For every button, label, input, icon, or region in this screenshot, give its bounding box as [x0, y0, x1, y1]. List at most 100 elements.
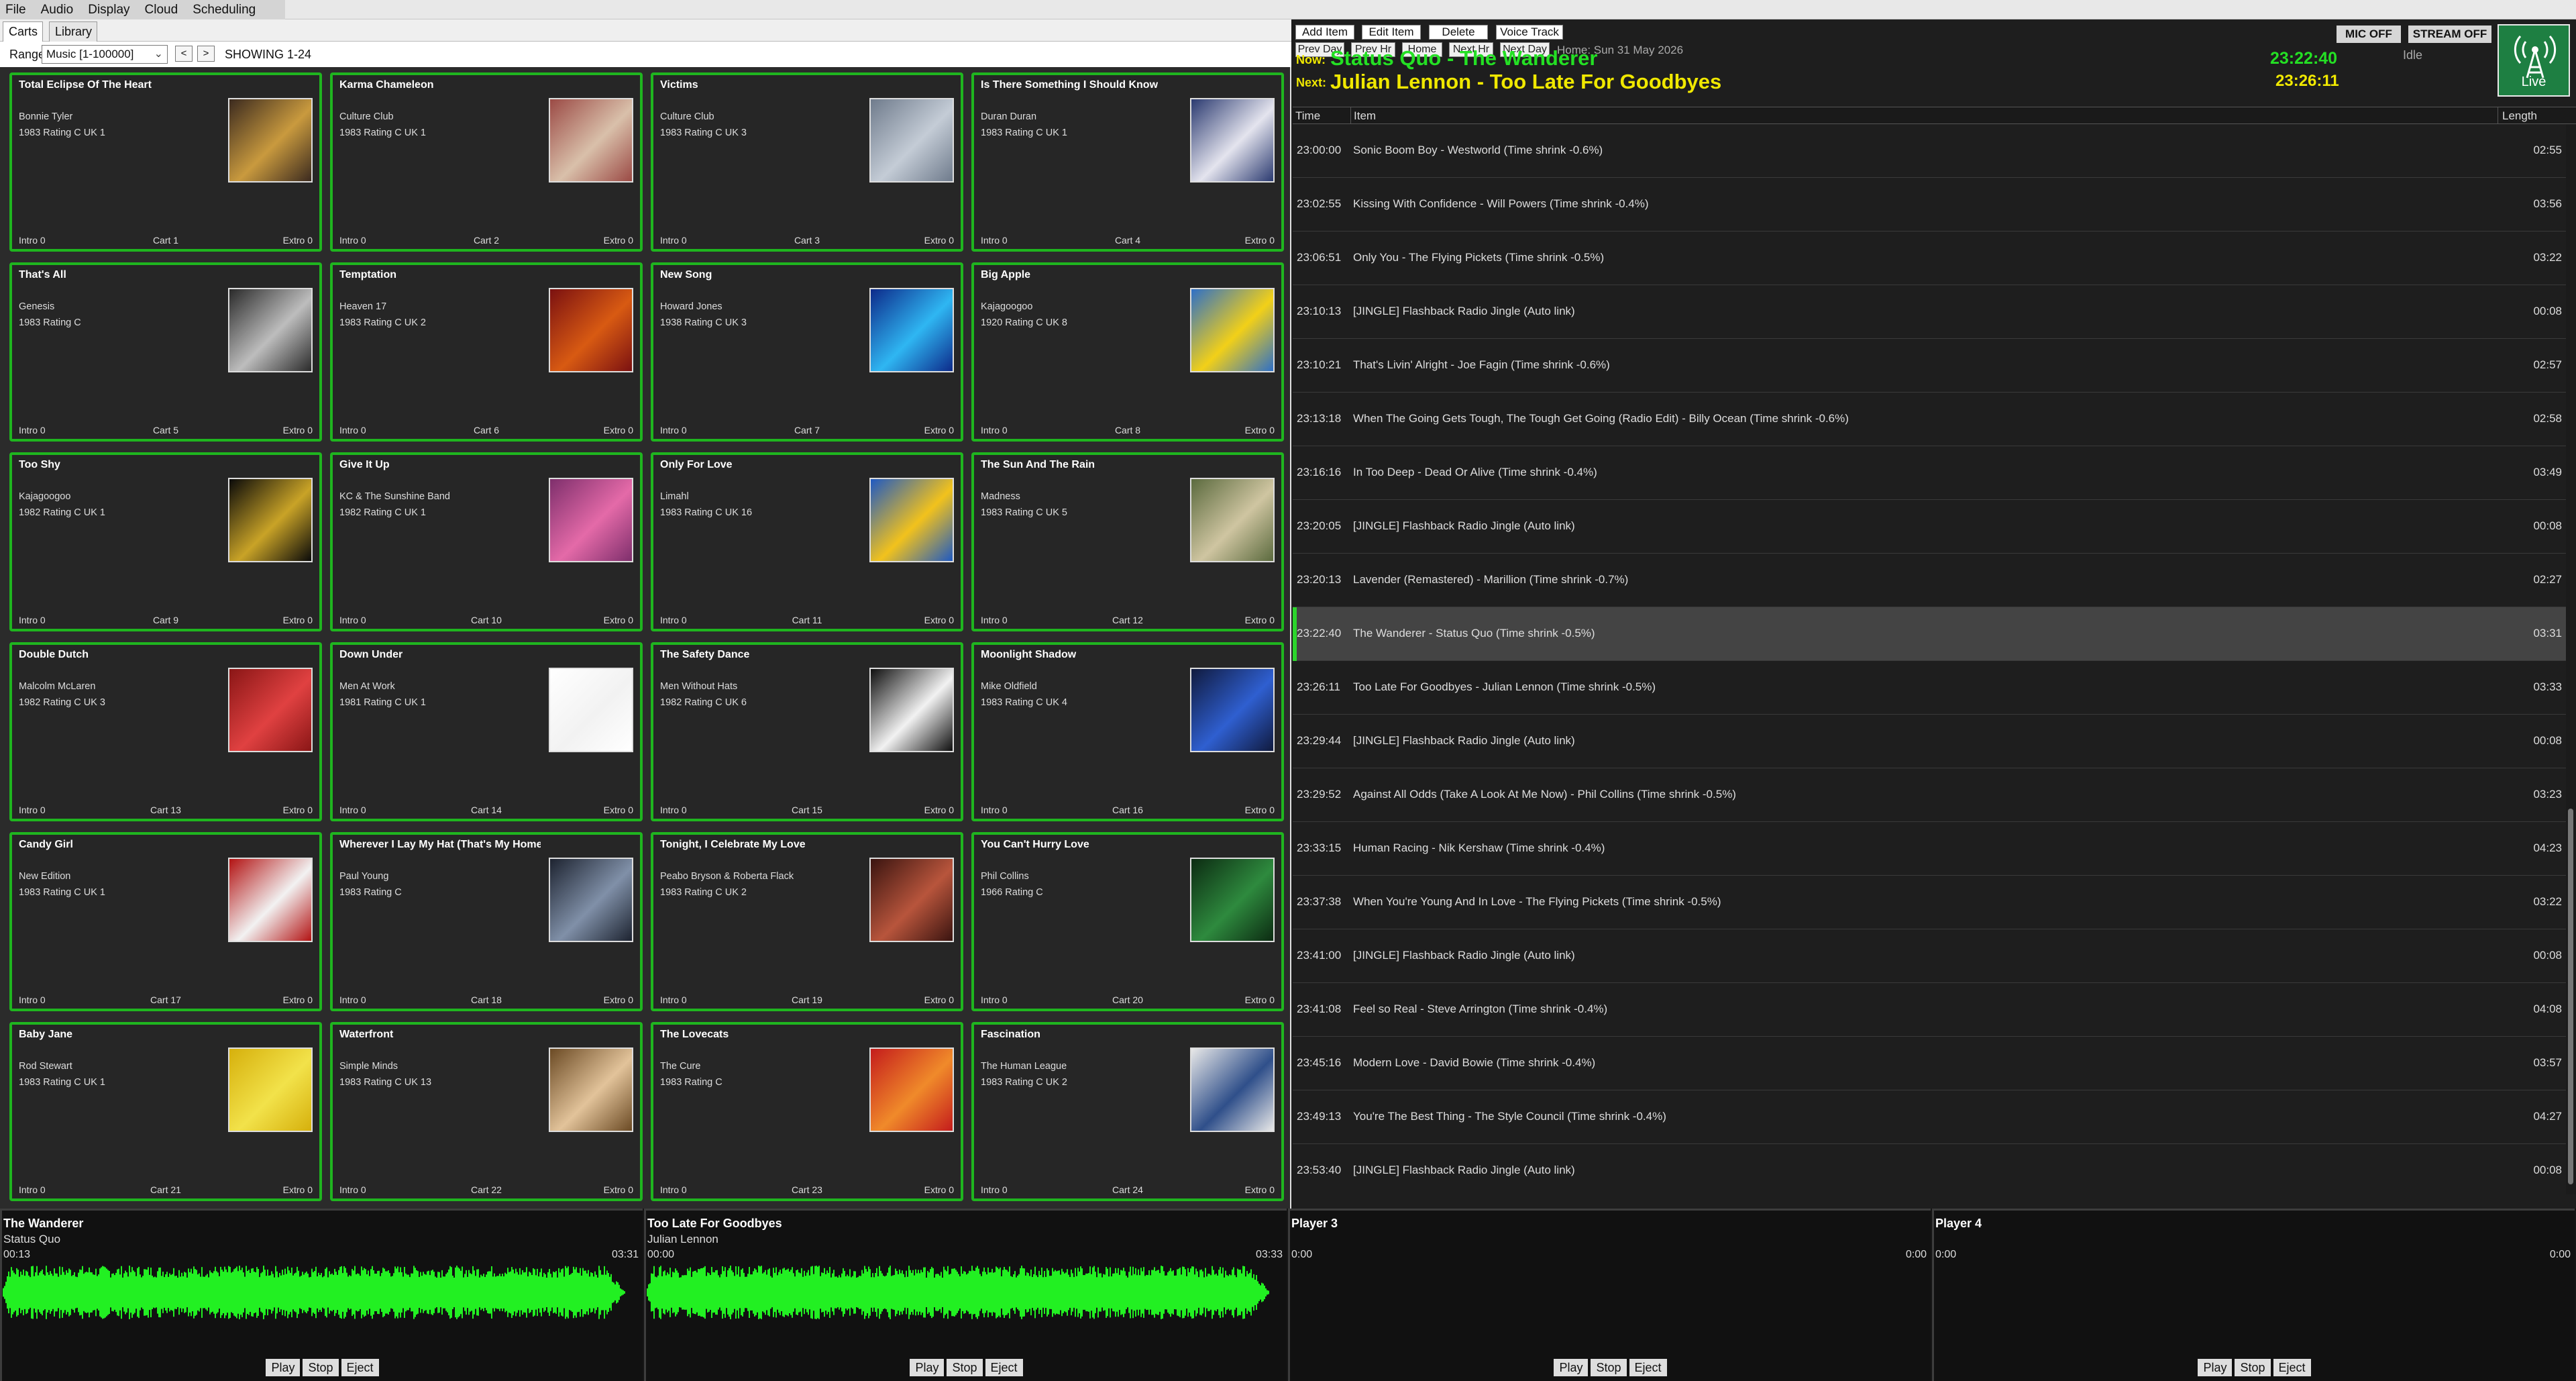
playlist-row[interactable]: 23:20:13 Lavender (Remastered) - Marilli… [1293, 554, 2566, 607]
playlist-row[interactable]: 23:41:00 [JINGLE] Flashback Radio Jingle… [1293, 929, 2566, 983]
edit-item-button[interactable]: Edit Item [1362, 25, 1421, 40]
row-time: 23:10:13 [1297, 305, 1342, 317]
delete-button[interactable]: Delete [1429, 25, 1488, 40]
playlist-row[interactable]: 23:49:13 You're The Best Thing - The Sty… [1293, 1090, 2566, 1144]
playlist-row[interactable]: 23:10:13 [JINGLE] Flashback Radio Jingle… [1293, 285, 2566, 339]
waveform[interactable] [2, 1266, 639, 1319]
cart-tile[interactable]: Double Dutch Malcolm McLaren 1982 Rating… [9, 642, 322, 821]
row-time: 23:41:08 [1297, 1003, 1342, 1015]
cart-tile[interactable]: Temptation Heaven 17 1983 Rating C UK 2 … [330, 262, 643, 442]
player-play-button[interactable]: Play [266, 1359, 301, 1376]
playlist-row[interactable]: 23:13:18 When The Going Gets Tough, The … [1293, 393, 2566, 446]
player-play-button[interactable]: Play [910, 1359, 945, 1376]
column-time[interactable]: Time [1295, 107, 1320, 124]
playlist-row[interactable]: 23:20:05 [JINGLE] Flashback Radio Jingle… [1293, 500, 2566, 554]
playlist-row[interactable]: 23:37:38 When You're Young And In Love -… [1293, 876, 2566, 929]
cart-tile[interactable]: You Can't Hurry Love Phil Collins 1966 R… [971, 832, 1284, 1011]
playlist-row[interactable]: 23:26:11 Too Late For Goodbyes - Julian … [1293, 661, 2566, 715]
prev-page-button[interactable]: < [175, 46, 193, 62]
cart-tile[interactable]: New Song Howard Jones 1938 Rating C UK 3… [651, 262, 963, 442]
menu-cloud[interactable]: Cloud [140, 0, 188, 19]
cart-tile[interactable]: Victims Culture Club 1983 Rating C UK 3 … [651, 72, 963, 252]
player-stop-button[interactable]: Stop [1591, 1359, 1627, 1376]
mic-toggle-button[interactable]: MIC OFF [2337, 25, 2401, 43]
cart-tile[interactable]: The Sun And The Rain Madness 1983 Rating… [971, 452, 1284, 631]
cart-tile[interactable]: Is There Something I Should Know Duran D… [971, 72, 1284, 252]
player-eject-button[interactable]: Eject [1629, 1359, 1667, 1376]
cart-extro: Extro 0 [282, 615, 313, 625]
row-item: [JINGLE] Flashback Radio Jingle (Auto li… [1353, 305, 1575, 317]
cart-tile[interactable]: Down Under Men At Work 1981 Rating C UK … [330, 642, 643, 821]
cart-tile[interactable]: Moonlight Shadow Mike Oldfield 1983 Rati… [971, 642, 1284, 821]
add-item-button[interactable]: Add Item [1295, 25, 1354, 40]
row-item: [JINGLE] Flashback Radio Jingle (Auto li… [1353, 1164, 1575, 1176]
player-play-button[interactable]: Play [1554, 1359, 1589, 1376]
cart-tile[interactable]: Too Shy Kajagoogoo 1982 Rating C UK 1 In… [9, 452, 322, 631]
cart-tile[interactable]: Give It Up KC & The Sunshine Band 1982 R… [330, 452, 643, 631]
menu-file[interactable]: File [0, 0, 36, 19]
playlist-row[interactable]: 23:53:40 [JINGLE] Flashback Radio Jingle… [1293, 1144, 2566, 1194]
album-art [1190, 478, 1275, 562]
cart-tile[interactable]: The Safety Dance Men Without Hats 1982 R… [651, 642, 963, 821]
column-length[interactable]: Length [2498, 107, 2537, 124]
cart-tile[interactable]: That's All Genesis 1983 Rating C Intro 0… [9, 262, 322, 442]
playlist-row[interactable]: 23:45:16 Modern Love - David Bowie (Time… [1293, 1037, 2566, 1090]
cart-title: Fascination [981, 1029, 1040, 1040]
album-art [228, 478, 313, 562]
player-eject-button[interactable]: Eject [985, 1359, 1023, 1376]
cart-tile[interactable]: Wherever I Lay My Hat (That's My Home Pa… [330, 832, 643, 1011]
next-page-button[interactable]: > [197, 46, 215, 62]
row-length: 03:23 [2533, 788, 2562, 801]
waveform-path [647, 1266, 1269, 1319]
cart-tile[interactable]: Total Eclipse Of The Heart Bonnie Tyler … [9, 72, 322, 252]
playlist-row[interactable]: 23:06:51 Only You - The Flying Pickets (… [1293, 232, 2566, 285]
cart-tile[interactable]: Tonight, I Celebrate My Love Peabo Bryso… [651, 832, 963, 1011]
waveform[interactable] [646, 1266, 1283, 1319]
next-playing-text: Julian Lennon - Too Late For Goodbyes [1330, 70, 1722, 93]
cart-extro: Extro 0 [1244, 235, 1275, 246]
playlist-row-current[interactable]: 23:22:40 The Wanderer - Status Quo (Time… [1293, 607, 2566, 661]
playlist-row[interactable]: 23:16:16 In Too Deep - Dead Or Alive (Ti… [1293, 446, 2566, 500]
menu-scheduling[interactable]: Scheduling [187, 0, 265, 19]
playlist-row[interactable]: 23:00:00 Sonic Boom Boy - Westworld (Tim… [1293, 124, 2566, 178]
player-stop-button[interactable]: Stop [947, 1359, 983, 1376]
range-select[interactable]: Music [1-100000] ⌄ [42, 45, 168, 64]
stream-toggle-button[interactable]: STREAM OFF [2408, 25, 2491, 43]
menu-group: File Audio Display Cloud Scheduling [0, 0, 285, 19]
playlist-row[interactable]: 23:02:55 Kissing With Confidence - Will … [1293, 178, 2566, 232]
cart-tile[interactable]: Fascination The Human League 1983 Rating… [971, 1022, 1284, 1201]
playlist-row[interactable]: 23:33:15 Human Racing - Nik Kershaw (Tim… [1293, 822, 2566, 876]
cart-tile[interactable]: The Lovecats The Cure 1983 Rating C Intr… [651, 1022, 963, 1201]
playlist-row[interactable]: 23:29:44 [JINGLE] Flashback Radio Jingle… [1293, 715, 2566, 768]
live-button[interactable]: Live [2498, 24, 2570, 97]
player-stop-button[interactable]: Stop [303, 1359, 339, 1376]
player-play-button[interactable]: Play [2198, 1359, 2233, 1376]
cart-tile[interactable]: Waterfront Simple Minds 1983 Rating C UK… [330, 1022, 643, 1201]
menu-display[interactable]: Display [83, 0, 139, 19]
playlist-row[interactable]: 23:29:52 Against All Odds (Take A Look A… [1293, 768, 2566, 822]
cart-artist: Limahl [660, 491, 689, 502]
cart-tile[interactable]: Candy Girl New Edition 1983 Rating C UK … [9, 832, 322, 1011]
row-length: 03:56 [2533, 197, 2562, 210]
cart-tile[interactable]: Big Apple Kajagoogoo 1920 Rating C UK 8 … [971, 262, 1284, 442]
album-art [549, 1047, 633, 1132]
player-stop-button[interactable]: Stop [2235, 1359, 2271, 1376]
menu-audio[interactable]: Audio [36, 0, 83, 19]
cart-number: Cart 4 [1114, 235, 1141, 246]
scrollbar-thumb[interactable] [2568, 809, 2573, 1184]
player-eject-button[interactable]: Eject [341, 1359, 379, 1376]
column-item[interactable]: Item [1350, 107, 1376, 124]
cart-tile[interactable]: Baby Jane Rod Stewart 1983 Rating C UK 1… [9, 1022, 322, 1201]
player-controls: Play Stop Eject [1934, 1359, 2575, 1376]
cart-tile[interactable]: Karma Chameleon Culture Club 1983 Rating… [330, 72, 643, 252]
cart-number: Cart 24 [1112, 1184, 1143, 1195]
player-eject-button[interactable]: Eject [2273, 1359, 2311, 1376]
playlist-scrollbar[interactable] [2566, 124, 2576, 1194]
voice-track-button[interactable]: Voice Track [1496, 25, 1563, 40]
playlist-row[interactable]: 23:10:21 That's Livin' Alright - Joe Fag… [1293, 339, 2566, 393]
cart-tile[interactable]: Only For Love Limahl 1983 Rating C UK 16… [651, 452, 963, 631]
playlist-row[interactable]: 23:41:08 Feel so Real - Steve Arrington … [1293, 983, 2566, 1037]
tab-library[interactable]: Library [49, 21, 97, 42]
tab-carts[interactable]: Carts [3, 21, 43, 42]
album-art [1190, 98, 1275, 183]
